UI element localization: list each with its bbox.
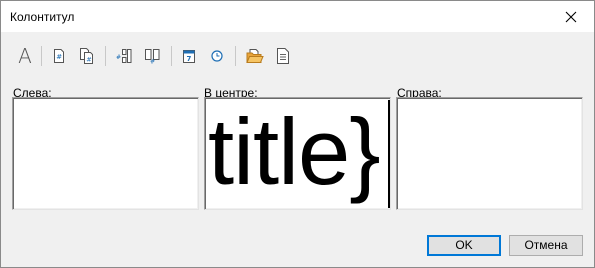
date-button[interactable]: 7 — [177, 43, 201, 69]
insert-pair-button[interactable]: # — [141, 43, 165, 69]
insert-split-icon: # — [116, 49, 132, 63]
font-button[interactable]: A — [13, 43, 37, 69]
toolbar-separator — [235, 46, 236, 66]
svg-text:7: 7 — [187, 55, 192, 63]
toolbar: A # # # # 7 — [11, 43, 311, 69]
close-icon — [565, 11, 577, 22]
text-cursor — [388, 100, 390, 208]
document-button[interactable] — [271, 43, 295, 69]
title-bar: Колонтитул — [1, 1, 594, 32]
toolbar-separator — [171, 46, 172, 66]
ok-button[interactable]: OK — [427, 235, 501, 256]
time-button[interactable] — [205, 43, 229, 69]
folder-icon — [246, 49, 264, 63]
close-button[interactable] — [548, 1, 594, 32]
toolbar-separator — [41, 46, 42, 66]
left-section-field[interactable] — [12, 97, 199, 210]
center-section-field[interactable]: title} — [204, 97, 391, 210]
folder-button[interactable] — [243, 43, 267, 69]
svg-text:#: # — [56, 53, 62, 61]
page-number-icon: # — [54, 49, 64, 63]
window-title: Колонтитул — [10, 10, 75, 24]
clock-icon — [211, 50, 223, 62]
font-icon: A — [18, 44, 32, 68]
toolbar-separator — [105, 46, 106, 66]
right-section-field[interactable] — [396, 97, 583, 210]
page-number-button[interactable]: # — [47, 43, 71, 69]
svg-text:#: # — [150, 59, 155, 65]
svg-text:#: # — [116, 54, 121, 61]
insert-pair-icon: # — [145, 49, 160, 65]
header-footer-dialog: Колонтитул A # # # # 7 Слева: В центре: … — [0, 0, 595, 268]
svg-text:#: # — [86, 56, 91, 64]
cancel-button[interactable]: Отмена — [509, 235, 583, 256]
document-icon — [277, 48, 289, 64]
page-count-button[interactable]: # — [75, 43, 99, 69]
calendar-icon: 7 — [183, 50, 195, 63]
insert-split-button[interactable]: # — [113, 43, 137, 69]
center-section-text: title} — [208, 99, 381, 204]
page-count-icon: # — [80, 48, 93, 64]
